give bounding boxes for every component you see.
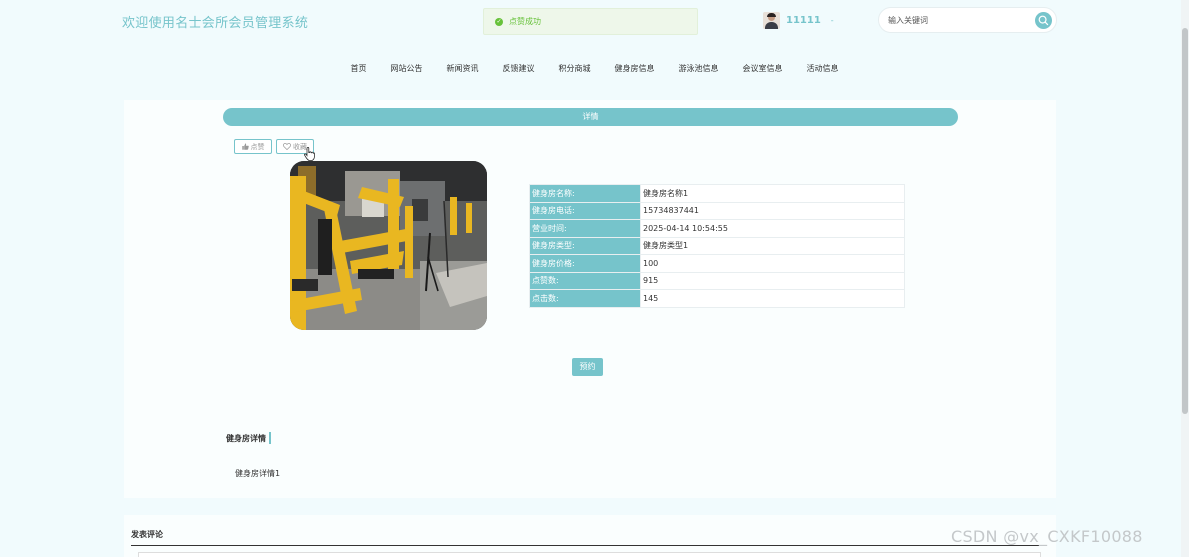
book-button[interactable]: 预约 — [572, 358, 603, 376]
main-nav: 首页 网站公告 新闻资讯 反馈建议 积分商城 健身房信息 游泳池信息 会议室信息… — [0, 63, 1189, 74]
field-label: 健身房名称: — [529, 184, 641, 203]
nav-item-news[interactable]: 新闻资讯 — [447, 63, 479, 74]
nav-item-home[interactable]: 首页 — [351, 63, 367, 74]
search-icon — [1038, 15, 1049, 26]
table-row: 健身房名称: 健身房名称1 — [529, 184, 905, 203]
heart-icon — [283, 143, 291, 150]
field-value: 2025-04-14 10:54:55 — [640, 219, 905, 238]
hand-cursor-icon — [304, 147, 315, 161]
table-row: 营业时间: 2025-04-14 10:54:55 — [529, 219, 905, 238]
site-title: 欢迎使用名士会所会员管理系统 — [122, 16, 309, 31]
field-value: 145 — [640, 289, 905, 308]
comment-title: 发表评论 — [131, 530, 163, 539]
field-label: 健身房价格: — [529, 254, 641, 273]
gym-photo — [290, 161, 487, 330]
field-value: 健身房名称1 — [640, 184, 905, 203]
nav-item-pool[interactable]: 游泳池信息 — [679, 63, 719, 74]
like-label: 点赞 — [250, 142, 265, 151]
field-label: 点击数: — [529, 289, 641, 308]
divider — [131, 545, 1041, 546]
field-value: 健身房类型1 — [640, 236, 905, 255]
nav-item-feedback[interactable]: 反馈建议 — [503, 63, 535, 74]
avatar[interactable] — [763, 12, 780, 29]
like-button[interactable]: 点赞 — [234, 139, 272, 154]
watermark: CSDN @vx_CXKF10088 — [951, 527, 1143, 546]
section-title-text: 健身房详情 — [226, 433, 266, 443]
field-label: 健身房电话: — [529, 201, 641, 220]
check-circle-icon: ✓ — [495, 17, 503, 26]
field-label: 健身房类型: — [529, 236, 641, 255]
gym-info-table: 健身房名称: 健身房名称1 健身房电话: 15734837441 营业时间: 2… — [529, 184, 905, 308]
table-row: 点赞数: 915 — [529, 271, 905, 290]
nav-item-activity[interactable]: 活动信息 — [807, 63, 839, 74]
field-value: 100 — [640, 254, 905, 273]
search-box — [878, 7, 1057, 33]
nav-item-notice[interactable]: 网站公告 — [391, 63, 423, 74]
nav-item-gym[interactable]: 健身房信息 — [615, 63, 655, 74]
section-title: 健身房详情 — [226, 432, 271, 444]
user-menu[interactable]: 11111 - — [763, 12, 834, 29]
section-title-accent — [269, 432, 271, 444]
chevron-down-icon[interactable]: - — [831, 16, 834, 25]
nav-item-meeting-room[interactable]: 会议室信息 — [743, 63, 783, 74]
field-label: 点赞数: — [529, 271, 641, 290]
table-row: 健身房类型: 健身房类型1 — [529, 236, 905, 255]
success-toast: ✓ 点赞成功 — [483, 8, 698, 35]
nav-item-points-mall[interactable]: 积分商城 — [559, 63, 591, 74]
detail-title-bar: 详情 — [223, 108, 958, 126]
scrollbar-thumb[interactable] — [1182, 28, 1188, 414]
toast-message: 点赞成功 — [509, 17, 541, 26]
comment-textarea[interactable] — [138, 552, 1041, 557]
field-value: 915 — [640, 271, 905, 290]
table-row: 点击数: 145 — [529, 289, 905, 308]
table-row: 健身房电话: 15734837441 — [529, 201, 905, 220]
section-content: 健身房详情1 — [235, 469, 281, 478]
table-row: 健身房价格: 100 — [529, 254, 905, 273]
username[interactable]: 11111 — [786, 15, 821, 26]
field-value: 15734837441 — [640, 201, 905, 220]
search-input[interactable] — [888, 15, 1028, 25]
search-button[interactable] — [1035, 12, 1052, 29]
comment-card — [124, 515, 1056, 557]
field-label: 营业时间: — [529, 219, 641, 238]
thumbs-up-icon — [241, 143, 249, 150]
